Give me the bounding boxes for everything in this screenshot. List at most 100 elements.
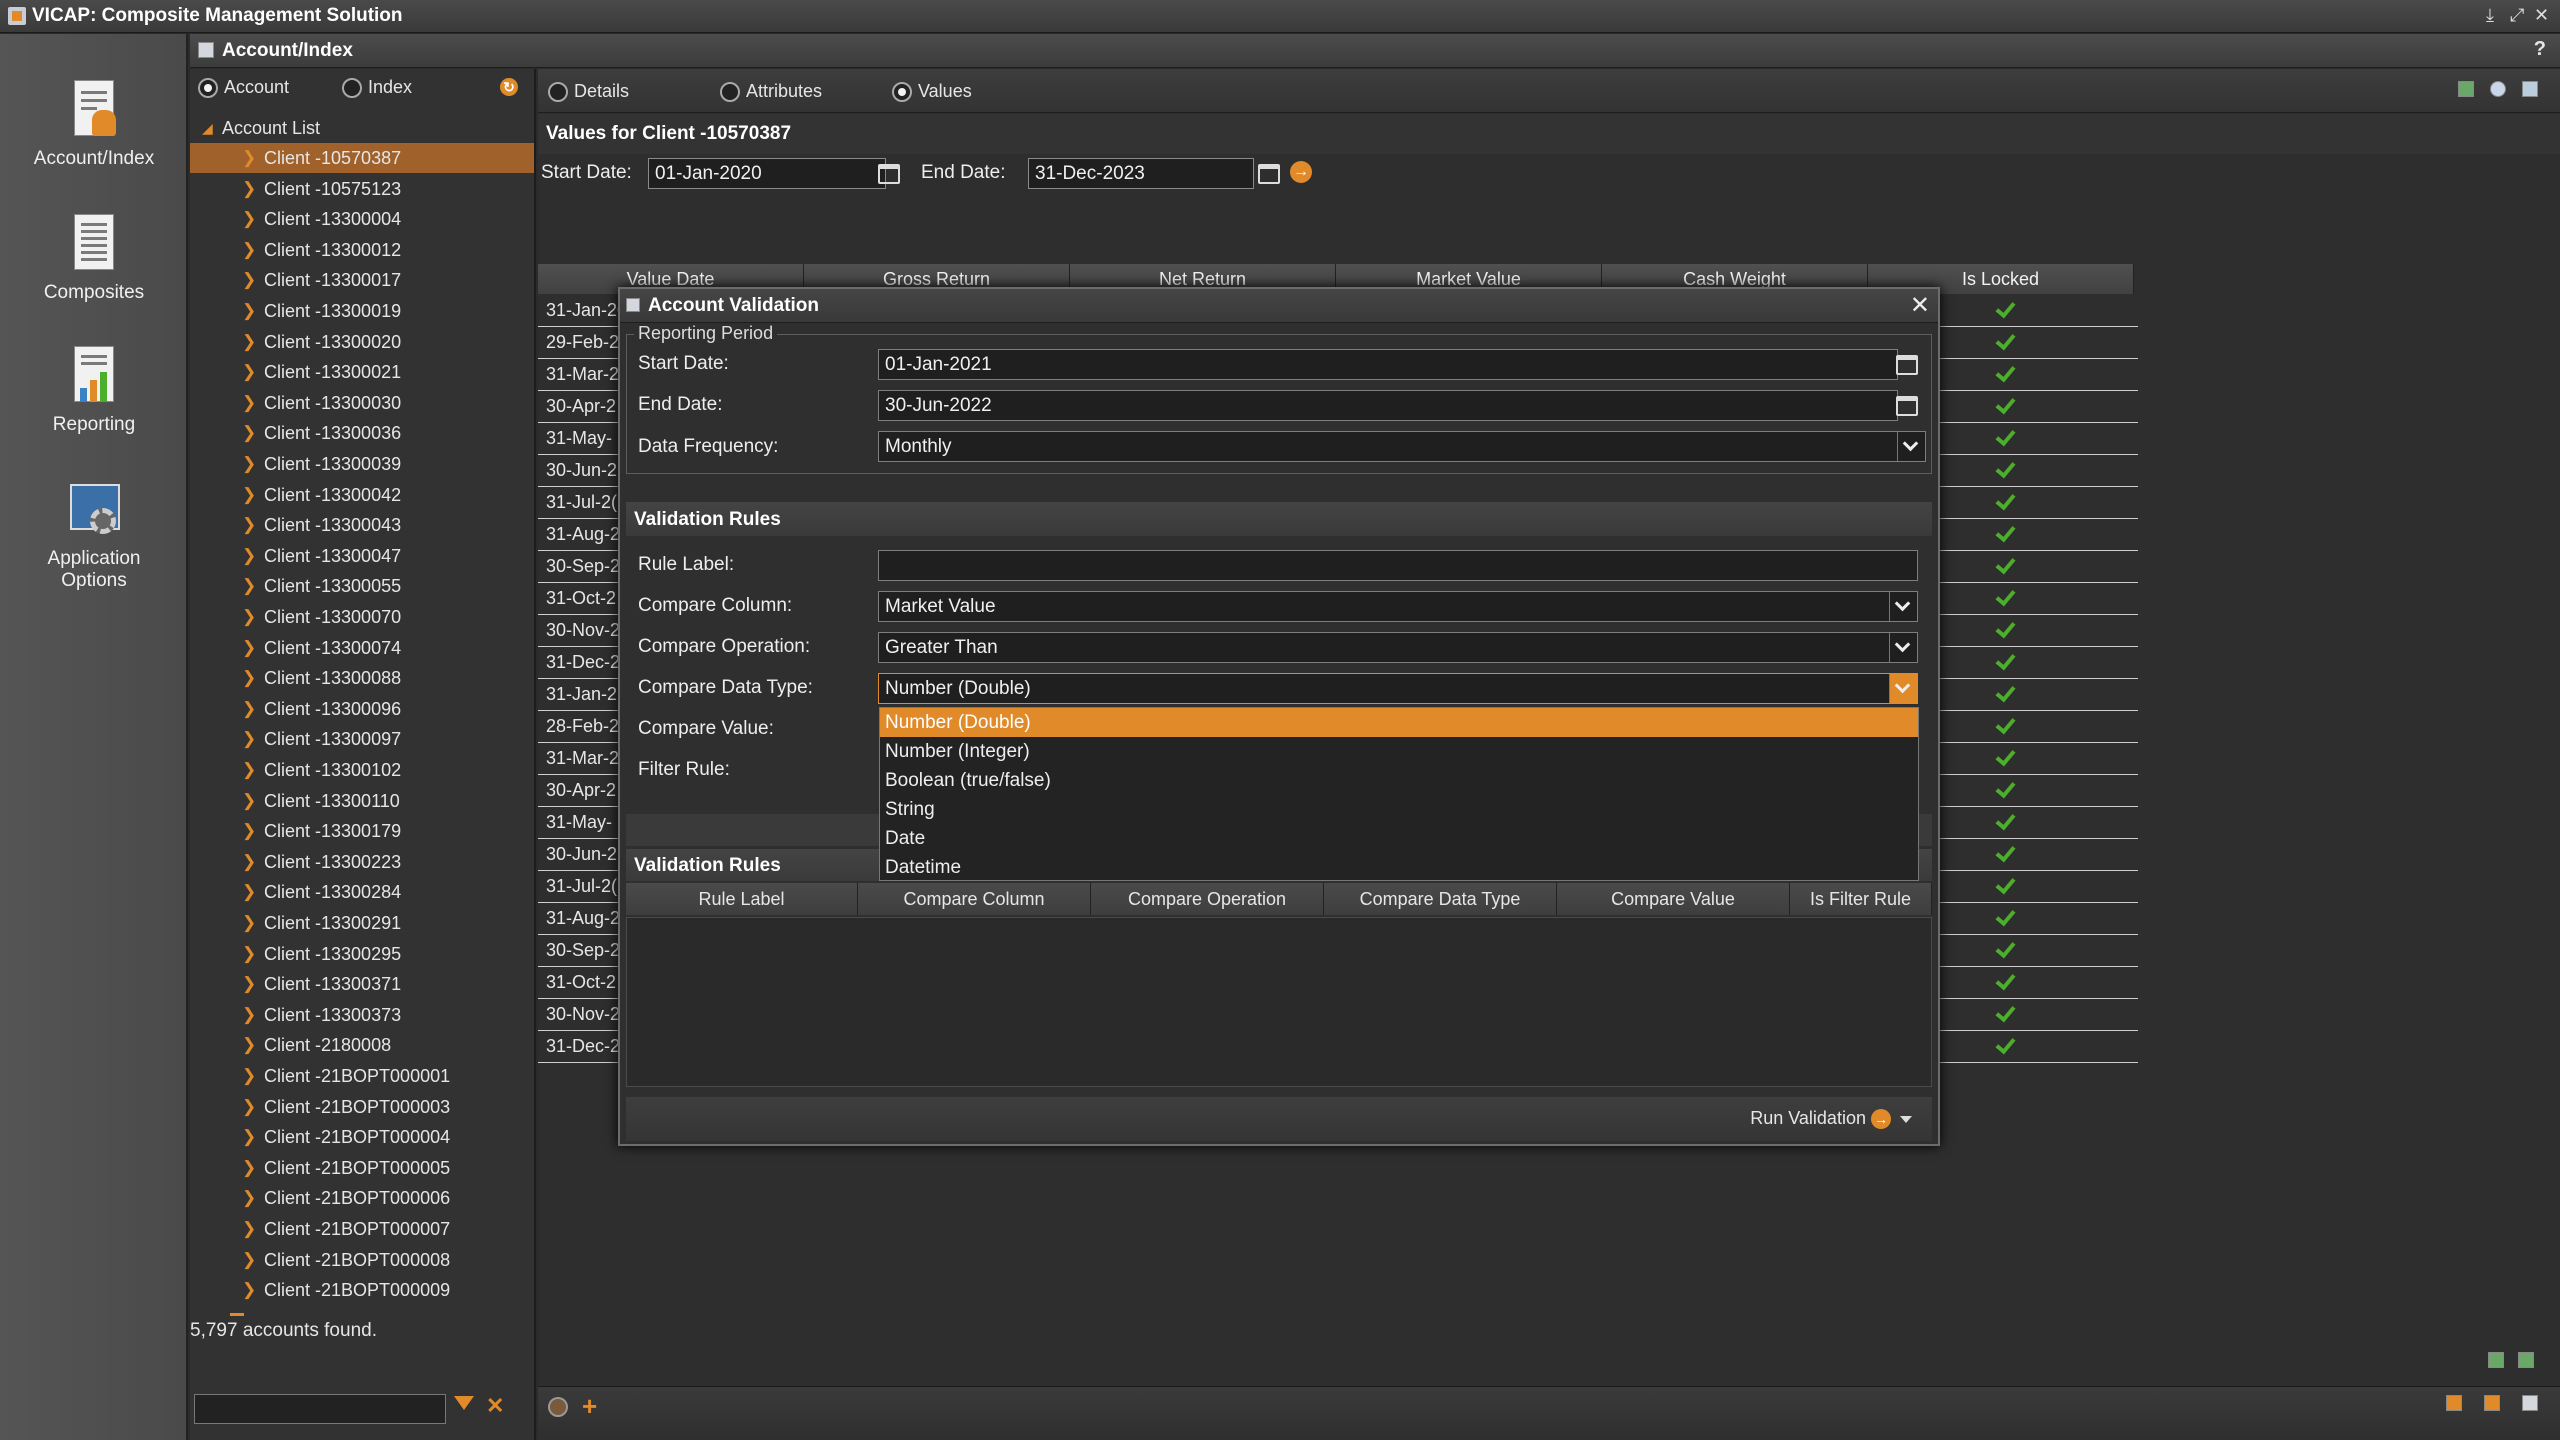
account-tree-item[interactable]: ❯ Client -21BOPT000001 (190, 1061, 534, 1091)
rules-column-header[interactable]: Is Filter Rule (1790, 883, 1932, 915)
chevron-right-icon[interactable]: ❯ (242, 143, 256, 173)
help-icon[interactable]: ? (2534, 38, 2546, 61)
chevron-right-icon[interactable]: ❯ (242, 939, 256, 969)
rules-column-header[interactable]: Compare Value (1557, 883, 1790, 915)
account-tree-item[interactable]: ❯ Client -2180008 (190, 1030, 534, 1060)
chevron-right-icon[interactable]: ❯ (242, 877, 256, 907)
chevron-right-icon[interactable]: ❯ (242, 1275, 256, 1305)
chevron-right-icon[interactable]: ❯ (242, 327, 256, 357)
chevron-right-icon[interactable]: ❯ (242, 1000, 256, 1030)
end-date-input[interactable]: 31-Dec-2023 (1028, 158, 1254, 189)
dropdown-option[interactable]: Number (Double) (880, 708, 1918, 737)
compare-column-select[interactable]: Market Value (878, 591, 1918, 622)
account-tree-item[interactable]: ❯ Client -13300070 (190, 602, 534, 632)
minimize-icon[interactable]: ⤓ (2486, 5, 2494, 26)
data-frequency-select[interactable]: Monthly (878, 431, 1926, 462)
calendar-icon[interactable] (1896, 355, 1918, 375)
export-icon[interactable] (2458, 81, 2474, 97)
account-tree-item[interactable]: ❯ Client -13300012 (190, 235, 534, 265)
dialog-end-input[interactable]: 30-Jun-2022 (878, 390, 1898, 421)
account-tree-item[interactable]: ❯ Client -13300021 (190, 357, 534, 387)
account-tree-item[interactable]: ❯ Client -21BOPT000004 (190, 1122, 534, 1152)
account-tree-item[interactable]: ❯ Client -13300284 (190, 877, 534, 907)
account-tree-item[interactable]: ❯ Client -13300373 (190, 1000, 534, 1030)
chevron-right-icon[interactable]: ❯ (242, 755, 256, 785)
calendar-icon[interactable] (1896, 396, 1918, 416)
tab-values-radio[interactable] (892, 81, 912, 102)
chevron-right-icon[interactable]: ❯ (242, 296, 256, 326)
rules-column-header[interactable]: Compare Data Type (1324, 883, 1557, 915)
chevron-right-icon[interactable]: ❯ (242, 633, 256, 663)
rules-column-header[interactable]: Compare Operation (1091, 883, 1324, 915)
account-tree-item[interactable]: ❯ Client -13300074 (190, 633, 534, 663)
close-dialog-icon[interactable]: ✕ (1910, 291, 1930, 320)
print-icon[interactable] (2522, 1395, 2538, 1411)
account-tree-item[interactable]: ❯ Client -13300223 (190, 847, 534, 877)
dropdown-option[interactable]: String (880, 795, 1918, 824)
compare-data-type-select[interactable]: Number (Double) (878, 673, 1918, 704)
chevron-right-icon[interactable]: ❯ (242, 174, 256, 204)
nav-application-options[interactable]: Application Options (0, 480, 188, 592)
chevron-down-icon[interactable] (1889, 674, 1917, 703)
search-icon[interactable] (2490, 81, 2506, 97)
account-tree-item[interactable]: ❯ Client -13300097 (190, 724, 534, 754)
chevron-right-icon[interactable]: ❯ (242, 418, 256, 448)
tab-details[interactable]: Details (548, 81, 629, 102)
rules-column-header[interactable]: Rule Label (626, 883, 858, 915)
filter-icon[interactable] (454, 1396, 474, 1410)
calculator-icon[interactable] (2522, 81, 2538, 97)
account-tree-item[interactable]: ❯ Client -13300291 (190, 908, 534, 938)
chevron-right-icon[interactable]: ❯ (242, 602, 256, 632)
account-tree-item[interactable]: ❯ Client -13300004 (190, 204, 534, 234)
chevron-right-icon[interactable]: ❯ (242, 847, 256, 877)
calendar-icon[interactable] (1258, 164, 1280, 184)
account-tree-item[interactable]: ❯ Client -13300039 (190, 449, 534, 479)
account-tree-item[interactable]: ❯ Client -21BOPT000003 (190, 1092, 534, 1122)
chevron-right-icon[interactable]: ❯ (242, 357, 256, 387)
chevron-right-icon[interactable]: ❯ (242, 235, 256, 265)
tab-attributes-radio[interactable] (720, 81, 740, 102)
add-icon[interactable]: + (582, 1391, 597, 1422)
dialog-start-input[interactable]: 01-Jan-2021 (878, 349, 1898, 380)
account-tree-item[interactable]: ❯ Client -13300017 (190, 265, 534, 295)
tab-values[interactable]: Values (892, 81, 972, 102)
chevron-down-icon[interactable] (1897, 432, 1925, 461)
chevron-right-icon[interactable]: ❯ (242, 541, 256, 571)
calendar-icon[interactable] (878, 164, 900, 184)
start-date-input[interactable]: 01-Jan-2020 (648, 158, 886, 189)
chevron-right-icon[interactable]: ❯ (242, 663, 256, 693)
chevron-right-icon[interactable]: ❯ (242, 816, 256, 846)
collapse-icon[interactable]: ◢ (202, 113, 213, 143)
radio-account-button[interactable] (198, 77, 218, 98)
chevron-right-icon[interactable]: ❯ (242, 449, 256, 479)
rules-column-header[interactable]: Compare Column (858, 883, 1091, 915)
dropdown-option[interactable]: Number (Integer) (880, 737, 1918, 766)
dropdown-option[interactable]: Datetime (880, 853, 1918, 882)
chevron-right-icon[interactable]: ❯ (242, 480, 256, 510)
account-tree-item[interactable]: ❯ Client -13300020 (190, 327, 534, 357)
chevron-down-icon[interactable] (1889, 633, 1917, 662)
chevron-right-icon[interactable]: ❯ (242, 204, 256, 234)
refresh-icon[interactable]: ↻ (500, 78, 518, 96)
lock-icon[interactable] (2446, 1395, 2462, 1411)
radio-index[interactable]: Index (342, 77, 412, 98)
account-tree-item[interactable]: ❯ Client -13300042 (190, 480, 534, 510)
account-tree-item[interactable]: ❯ Client -21BOPT000008 (190, 1245, 534, 1275)
radio-index-button[interactable] (342, 77, 362, 98)
chevron-right-icon[interactable]: ❯ (242, 724, 256, 754)
chevron-right-icon[interactable]: ❯ (242, 1214, 256, 1244)
account-tree-item[interactable]: ❯ Client -21BOPT000005 (190, 1153, 534, 1183)
go-icon[interactable]: → (1290, 161, 1312, 183)
clear-filter-icon[interactable]: ✕ (486, 1393, 504, 1419)
maximize-icon[interactable]: ⤢ (2510, 5, 2524, 26)
tree-root[interactable]: ◢ Account List (190, 113, 534, 143)
account-tree-item[interactable]: ❯ Client -13300110 (190, 786, 534, 816)
account-tree-item[interactable]: ❯ Client -13300036 (190, 418, 534, 448)
chevron-right-icon[interactable]: ❯ (242, 1183, 256, 1213)
compare-operation-select[interactable]: Greater Than (878, 632, 1918, 663)
chevron-right-icon[interactable]: ❯ (242, 1061, 256, 1091)
dropdown-option[interactable]: Date (880, 824, 1918, 853)
tab-attributes[interactable]: Attributes (720, 81, 822, 102)
chevron-right-icon[interactable]: ❯ (242, 388, 256, 418)
chevron-right-icon[interactable]: ❯ (242, 1245, 256, 1275)
